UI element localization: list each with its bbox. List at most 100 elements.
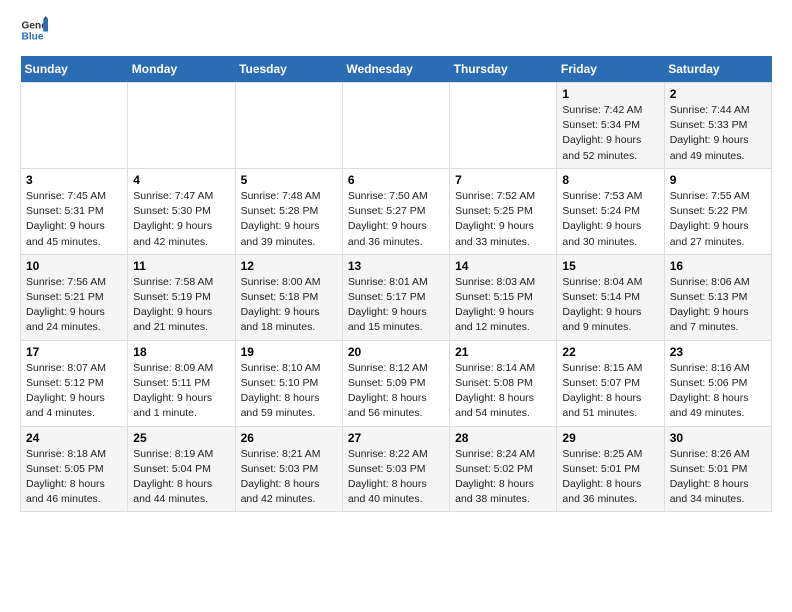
day-detail: Sunrise: 8:22 AM Sunset: 5:03 PM Dayligh… — [348, 447, 444, 508]
day-detail: Sunrise: 8:00 AM Sunset: 5:18 PM Dayligh… — [241, 275, 337, 336]
day-number: 26 — [241, 431, 337, 445]
day-detail: Sunrise: 8:14 AM Sunset: 5:08 PM Dayligh… — [455, 361, 551, 422]
day-detail: Sunrise: 7:47 AM Sunset: 5:30 PM Dayligh… — [133, 189, 229, 250]
calendar-cell: 21 Sunrise: 8:14 AM Sunset: 5:08 PM Dayli… — [450, 340, 557, 426]
day-detail: Sunrise: 8:24 AM Sunset: 5:02 PM Dayligh… — [455, 447, 551, 508]
calendar-week-row: 24 Sunrise: 8:18 AM Sunset: 5:05 PM Dayli… — [21, 426, 772, 512]
page-header: General Blue — [20, 16, 772, 44]
calendar-cell: 6Sunrise: 7:50 AM Sunset: 5:27 PM Daylig… — [342, 168, 449, 254]
day-number: 23 — [670, 345, 766, 359]
day-detail: Sunrise: 7:48 AM Sunset: 5:28 PM Dayligh… — [241, 189, 337, 250]
calendar-cell: 26 Sunrise: 8:21 AM Sunset: 5:03 PM Dayli… — [235, 426, 342, 512]
day-number: 5 — [241, 173, 337, 187]
calendar-body: 1 Sunrise: 7:42 AM Sunset: 5:34 PM Daylig… — [21, 83, 772, 512]
day-number: 14 — [455, 259, 551, 273]
day-detail: Sunrise: 8:18 AM Sunset: 5:05 PM Dayligh… — [26, 447, 122, 508]
day-number: 16 — [670, 259, 766, 273]
logo: General Blue — [20, 16, 48, 44]
day-number: 22 — [562, 345, 658, 359]
day-detail: Sunrise: 7:56 AM Sunset: 5:21 PM Dayligh… — [26, 275, 122, 336]
calendar-cell: 22Sunrise: 8:15 AM Sunset: 5:07 PM Dayli… — [557, 340, 664, 426]
calendar-cell: 15 Sunrise: 8:04 AM Sunset: 5:14 PM Dayli… — [557, 254, 664, 340]
day-of-week-header: Tuesday — [235, 56, 342, 83]
day-detail: Sunrise: 8:03 AM Sunset: 5:15 PM Dayligh… — [455, 275, 551, 336]
day-number: 19 — [241, 345, 337, 359]
calendar-cell: 23 Sunrise: 8:16 AM Sunset: 5:06 PM Dayli… — [664, 340, 771, 426]
day-detail: Sunrise: 8:09 AM Sunset: 5:11 PM Dayligh… — [133, 361, 229, 422]
calendar-cell: 16 Sunrise: 8:06 AM Sunset: 5:13 PM Dayli… — [664, 254, 771, 340]
day-number: 20 — [348, 345, 444, 359]
calendar-table: SundayMondayTuesdayWednesdayThursdayFrid… — [20, 56, 772, 512]
calendar-week-row: 1 Sunrise: 7:42 AM Sunset: 5:34 PM Daylig… — [21, 83, 772, 169]
day-detail: Sunrise: 8:19 AM Sunset: 5:04 PM Dayligh… — [133, 447, 229, 508]
day-of-week-header: Wednesday — [342, 56, 449, 83]
calendar-cell: 28 Sunrise: 8:24 AM Sunset: 5:02 PM Dayli… — [450, 426, 557, 512]
calendar-week-row: 10 Sunrise: 7:56 AM Sunset: 5:21 PM Dayli… — [21, 254, 772, 340]
calendar-cell: 1 Sunrise: 7:42 AM Sunset: 5:34 PM Daylig… — [557, 83, 664, 169]
calendar-cell: 18Sunrise: 8:09 AM Sunset: 5:11 PM Dayli… — [128, 340, 235, 426]
day-detail: Sunrise: 7:44 AM Sunset: 5:33 PM Dayligh… — [670, 103, 766, 164]
day-number: 9 — [670, 173, 766, 187]
calendar-cell — [342, 83, 449, 169]
day-number: 8 — [562, 173, 658, 187]
day-of-week-header: Saturday — [664, 56, 771, 83]
day-number: 29 — [562, 431, 658, 445]
calendar-cell — [450, 83, 557, 169]
day-detail: Sunrise: 7:45 AM Sunset: 5:31 PM Dayligh… — [26, 189, 122, 250]
calendar-cell: 27 Sunrise: 8:22 AM Sunset: 5:03 PM Dayli… — [342, 426, 449, 512]
calendar-cell: 12 Sunrise: 8:00 AM Sunset: 5:18 PM Dayli… — [235, 254, 342, 340]
day-number: 30 — [670, 431, 766, 445]
day-number: 4 — [133, 173, 229, 187]
day-detail: Sunrise: 7:58 AM Sunset: 5:19 PM Dayligh… — [133, 275, 229, 336]
day-of-week-header: Sunday — [21, 56, 128, 83]
day-number: 21 — [455, 345, 551, 359]
day-number: 11 — [133, 259, 229, 273]
day-number: 28 — [455, 431, 551, 445]
svg-text:Blue: Blue — [22, 31, 44, 42]
calendar-cell: 8 Sunrise: 7:53 AM Sunset: 5:24 PM Daylig… — [557, 168, 664, 254]
calendar-cell: 29 Sunrise: 8:25 AM Sunset: 5:01 PM Dayli… — [557, 426, 664, 512]
day-detail: Sunrise: 8:21 AM Sunset: 5:03 PM Dayligh… — [241, 447, 337, 508]
day-detail: Sunrise: 8:16 AM Sunset: 5:06 PM Dayligh… — [670, 361, 766, 422]
day-detail: Sunrise: 8:04 AM Sunset: 5:14 PM Dayligh… — [562, 275, 658, 336]
day-detail: Sunrise: 8:01 AM Sunset: 5:17 PM Dayligh… — [348, 275, 444, 336]
calendar-cell — [235, 83, 342, 169]
day-detail: Sunrise: 7:42 AM Sunset: 5:34 PM Dayligh… — [562, 103, 658, 164]
calendar-cell: 9 Sunrise: 7:55 AM Sunset: 5:22 PM Daylig… — [664, 168, 771, 254]
day-number: 12 — [241, 259, 337, 273]
day-number: 25 — [133, 431, 229, 445]
calendar-cell: 4 Sunrise: 7:47 AM Sunset: 5:30 PM Daylig… — [128, 168, 235, 254]
day-detail: Sunrise: 8:26 AM Sunset: 5:01 PM Dayligh… — [670, 447, 766, 508]
calendar-cell: 24 Sunrise: 8:18 AM Sunset: 5:05 PM Dayli… — [21, 426, 128, 512]
day-number: 17 — [26, 345, 122, 359]
day-number: 10 — [26, 259, 122, 273]
day-detail: Sunrise: 7:55 AM Sunset: 5:22 PM Dayligh… — [670, 189, 766, 250]
calendar-week-row: 17Sunrise: 8:07 AM Sunset: 5:12 PM Dayli… — [21, 340, 772, 426]
day-number: 27 — [348, 431, 444, 445]
calendar-cell: 11 Sunrise: 7:58 AM Sunset: 5:19 PM Dayli… — [128, 254, 235, 340]
calendar-week-row: 3 Sunrise: 7:45 AM Sunset: 5:31 PM Daylig… — [21, 168, 772, 254]
day-number: 1 — [562, 87, 658, 101]
day-number: 15 — [562, 259, 658, 273]
calendar-cell: 25 Sunrise: 8:19 AM Sunset: 5:04 PM Dayli… — [128, 426, 235, 512]
calendar-cell: 19Sunrise: 8:10 AM Sunset: 5:10 PM Dayli… — [235, 340, 342, 426]
calendar-cell: 3 Sunrise: 7:45 AM Sunset: 5:31 PM Daylig… — [21, 168, 128, 254]
calendar-cell: 7Sunrise: 7:52 AM Sunset: 5:25 PM Daylig… — [450, 168, 557, 254]
calendar-header-row: SundayMondayTuesdayWednesdayThursdayFrid… — [21, 56, 772, 83]
day-detail: Sunrise: 8:06 AM Sunset: 5:13 PM Dayligh… — [670, 275, 766, 336]
day-detail: Sunrise: 7:53 AM Sunset: 5:24 PM Dayligh… — [562, 189, 658, 250]
day-number: 3 — [26, 173, 122, 187]
calendar-cell: 14 Sunrise: 8:03 AM Sunset: 5:15 PM Dayli… — [450, 254, 557, 340]
day-of-week-header: Thursday — [450, 56, 557, 83]
day-detail: Sunrise: 8:25 AM Sunset: 5:01 PM Dayligh… — [562, 447, 658, 508]
calendar-cell: 10 Sunrise: 7:56 AM Sunset: 5:21 PM Dayli… — [21, 254, 128, 340]
day-number: 24 — [26, 431, 122, 445]
logo-icon: General Blue — [20, 16, 48, 44]
day-number: 13 — [348, 259, 444, 273]
day-number: 7 — [455, 173, 551, 187]
day-number: 6 — [348, 173, 444, 187]
calendar-cell — [21, 83, 128, 169]
calendar-cell: 13 Sunrise: 8:01 AM Sunset: 5:17 PM Dayli… — [342, 254, 449, 340]
calendar-cell — [128, 83, 235, 169]
day-of-week-header: Friday — [557, 56, 664, 83]
